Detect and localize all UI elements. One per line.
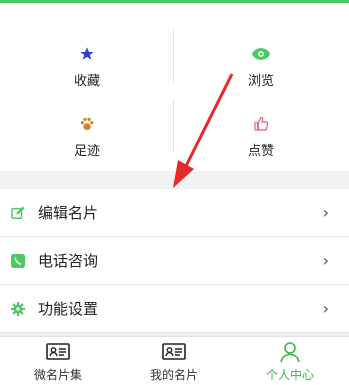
stat-label: 收藏 [73,74,100,89]
gear-icon [11,301,25,316]
menu-item-label: 电话咨询 [38,252,99,270]
card-icon [116,341,232,363]
chevron-right-icon: › [322,299,329,318]
edit-icon [11,205,25,219]
phone-icon [11,253,25,268]
stat-label: 点赞 [247,144,274,159]
chevron-right-icon: › [322,203,329,222]
bottom-tab-bar: 微名片集 我的名片 个人中心 [0,336,349,385]
stats-panel: 收藏 浏览 足迹 点赞 [0,3,349,171]
menu-item-phone-consult[interactable]: 电话咨询 › [0,237,349,285]
person-icon [232,341,348,363]
tab-card-collection[interactable]: 微名片集 [0,337,116,385]
paw-icon [0,116,174,136]
eye-icon [174,46,348,66]
stat-label: 足迹 [73,144,100,159]
menu-item-label: 功能设置 [38,300,99,318]
stat-likes[interactable]: 点赞 [174,106,348,176]
tab-my-card[interactable]: 我的名片 [116,337,232,385]
tab-label: 我的名片 [149,368,198,382]
tab-personal-center[interactable]: 个人中心 [232,337,348,385]
stat-label: 浏览 [247,74,274,89]
tab-label: 个人中心 [265,368,314,382]
chevron-right-icon: › [322,251,329,270]
stat-favorites[interactable]: 收藏 [0,36,174,106]
menu-item-settings[interactable]: 功能设置 › [0,285,349,333]
card-icon [0,341,116,363]
menu-item-edit-card[interactable]: 编辑名片 › [0,189,349,237]
menu-list: 编辑名片 › 电话咨询 › 功能设置 › [0,189,349,333]
menu-item-label: 编辑名片 [38,204,99,222]
star-icon [0,46,174,66]
tab-label: 微名片集 [33,368,82,382]
stat-views[interactable]: 浏览 [174,36,348,106]
thumbs-up-icon [174,116,348,136]
stat-footprints[interactable]: 足迹 [0,106,174,176]
